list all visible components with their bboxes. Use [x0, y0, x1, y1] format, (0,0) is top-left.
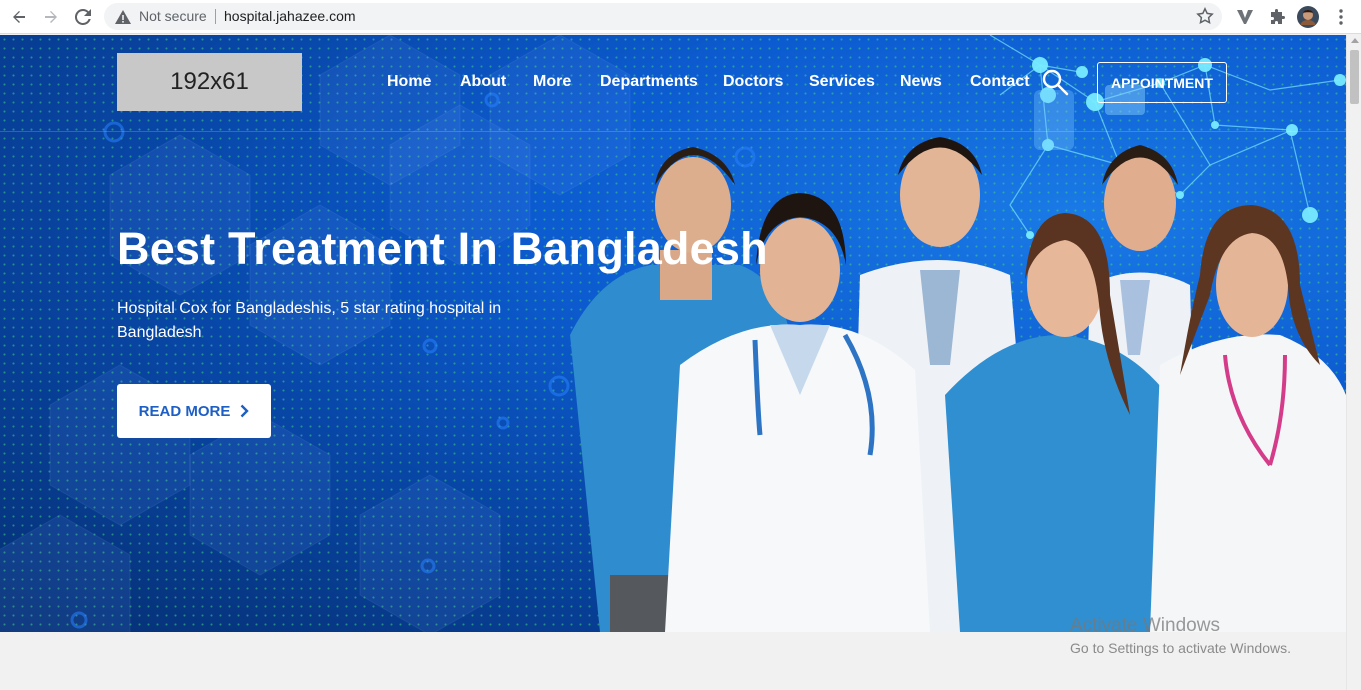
- nav-news[interactable]: News: [900, 73, 942, 91]
- omnibox-divider: [215, 9, 216, 24]
- search-icon[interactable]: [1040, 67, 1070, 97]
- nav-about[interactable]: About: [460, 73, 506, 91]
- browser-menu-button[interactable]: [1330, 6, 1352, 28]
- scrollbar-thumb[interactable]: [1350, 50, 1359, 104]
- nav-contact[interactable]: Contact: [970, 73, 1030, 91]
- header-divider: [0, 131, 1346, 132]
- reload-button[interactable]: [72, 6, 94, 28]
- appointment-button[interactable]: APPOINTMENT: [1097, 62, 1227, 103]
- extension-v-button[interactable]: [1234, 6, 1256, 28]
- doctors-photo: [570, 137, 1346, 632]
- forward-arrow-icon: [45, 11, 57, 23]
- profile-avatar[interactable]: [1297, 6, 1319, 28]
- hero-banner: 192x61 Home About More Departments Docto…: [0, 35, 1346, 632]
- address-bar[interactable]: Not secure hospital.jahazee.com: [104, 3, 1222, 30]
- windows-activation-title: Activate Windows: [1070, 615, 1220, 636]
- nav-more[interactable]: More: [533, 73, 571, 91]
- puzzle-icon: [1271, 9, 1285, 24]
- chevron-right-icon: [240, 404, 250, 418]
- nav-departments[interactable]: Departments: [600, 73, 698, 91]
- logo-text: 192x61: [170, 68, 249, 95]
- back-arrow-icon: [13, 11, 25, 23]
- reload-icon: [75, 9, 91, 25]
- hero-title: Best Treatment In Bangladesh: [117, 223, 768, 274]
- avatar-icon: [1297, 6, 1319, 28]
- browser-toolbar: Not secure hospital.jahazee.com: [0, 0, 1361, 34]
- page-scrollbar[interactable]: [1346, 35, 1361, 690]
- kebab-menu-icon: [1339, 9, 1343, 25]
- security-label[interactable]: Not secure: [139, 8, 207, 24]
- back-button[interactable]: [8, 6, 30, 28]
- web-page: 192x61 Home About More Departments Docto…: [0, 35, 1346, 690]
- warning-icon: [115, 10, 131, 24]
- extensions-button[interactable]: [1266, 6, 1288, 28]
- forward-button[interactable]: [40, 6, 62, 28]
- url-text[interactable]: hospital.jahazee.com: [224, 8, 356, 24]
- nav-doctors[interactable]: Doctors: [723, 73, 783, 91]
- v-extension-icon: [1237, 10, 1253, 24]
- nav-services[interactable]: Services: [809, 73, 875, 91]
- nav-home[interactable]: Home: [387, 73, 431, 91]
- windows-activation-hint: Go to Settings to activate Windows.: [1070, 640, 1291, 656]
- site-logo[interactable]: 192x61: [117, 53, 302, 111]
- scroll-up-arrow-icon[interactable]: [1351, 38, 1359, 43]
- read-more-button[interactable]: READ MORE: [117, 384, 271, 438]
- hero-subtitle: Hospital Cox for Bangladeshis, 5 star ra…: [117, 300, 502, 341]
- read-more-label: READ MORE: [138, 402, 231, 420]
- bookmark-star-icon[interactable]: [1196, 7, 1214, 25]
